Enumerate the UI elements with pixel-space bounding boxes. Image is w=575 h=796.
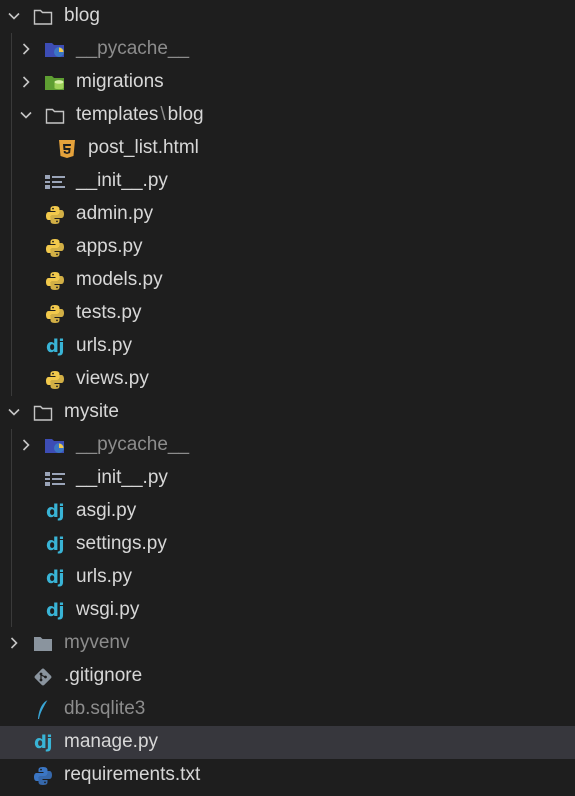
tree-item-label: urls.py xyxy=(76,566,132,587)
django-icon: dj xyxy=(45,567,65,588)
chevron-right-icon xyxy=(22,439,30,451)
git-icon xyxy=(32,666,54,688)
tree-item-label: __pycache__ xyxy=(76,38,190,59)
django-icon: dj xyxy=(45,336,65,357)
tree-item-tests-py[interactable]: tests.py xyxy=(0,297,575,330)
tree-item-admin-py[interactable]: admin.py xyxy=(0,198,575,231)
tree-item-asgi-py[interactable]: dj asgi.py xyxy=(0,495,575,528)
tree-item-post-list-html[interactable]: post_list.html xyxy=(0,132,575,165)
tree-item-urls-py[interactable]: dj urls.py xyxy=(0,330,575,363)
python-icon xyxy=(44,270,66,292)
tree-item-label: templates xyxy=(76,104,159,125)
python-folder-icon xyxy=(44,435,66,457)
tree-item-requirements-txt[interactable]: requirements.txt xyxy=(0,759,575,792)
tree-item-blog-folder[interactable]: blog xyxy=(0,0,575,33)
tree-item-label: __init__.py xyxy=(76,467,168,488)
path-separator: \ xyxy=(160,104,166,125)
folder-open-icon xyxy=(32,402,54,424)
chevron-right-icon xyxy=(10,637,18,649)
tree-item-label: models.py xyxy=(76,269,163,290)
python-icon xyxy=(44,303,66,325)
tree-item-label-compound: templates \ blog xyxy=(76,104,204,126)
tree-item-models-py[interactable]: models.py xyxy=(0,264,575,297)
python-icon xyxy=(44,237,66,259)
tree-item-migrations-folder[interactable]: migrations xyxy=(0,66,575,99)
database-folder-icon xyxy=(44,72,66,94)
tree-item-label: __pycache__ xyxy=(76,434,190,455)
tree-item-pycache-folder[interactable]: __pycache__ xyxy=(0,429,575,462)
tree-item-init-py[interactable]: __init__.py xyxy=(0,462,575,495)
sqlite-feather-icon xyxy=(32,699,54,721)
django-icon: dj xyxy=(45,501,65,522)
python-requirements-icon xyxy=(32,765,54,787)
tree-item-label: urls.py xyxy=(76,335,132,356)
tree-item-label: views.py xyxy=(76,368,149,389)
python-init-icon xyxy=(44,171,66,193)
tree-item-wsgi-py[interactable]: dj wsgi.py xyxy=(0,594,575,627)
tree-item-label: myvenv xyxy=(64,632,130,653)
tree-item-manage-py[interactable]: dj manage.py xyxy=(0,726,575,759)
tree-item-label: asgi.py xyxy=(76,500,137,521)
chevron-down-icon xyxy=(8,12,20,20)
tree-item-label: post_list.html xyxy=(88,137,199,158)
tree-item-mysite-folder[interactable]: mysite xyxy=(0,396,575,429)
tree-item-gitignore[interactable]: .gitignore xyxy=(0,660,575,693)
folder-open-icon xyxy=(44,105,66,127)
tree-item-pycache-folder[interactable]: __pycache__ xyxy=(0,33,575,66)
tree-item-label: apps.py xyxy=(76,236,143,257)
chevron-down-icon xyxy=(20,111,32,119)
tree-item-settings-py[interactable]: dj settings.py xyxy=(0,528,575,561)
python-icon xyxy=(44,369,66,391)
tree-item-apps-py[interactable]: apps.py xyxy=(0,231,575,264)
tree-item-views-py[interactable]: views.py xyxy=(0,363,575,396)
chevron-right-icon xyxy=(22,43,30,55)
html5-icon xyxy=(56,138,78,160)
tree-item-label: settings.py xyxy=(76,533,167,554)
tree-item-label: migrations xyxy=(76,71,164,92)
tree-item-label: db.sqlite3 xyxy=(64,698,146,719)
tree-item-label: wsgi.py xyxy=(76,599,140,620)
tree-item-label: manage.py xyxy=(64,731,159,752)
django-icon: dj xyxy=(45,600,65,621)
tree-item-label: mysite xyxy=(64,401,119,422)
file-explorer-tree: blog __pycache__ migrations templates \ bl… xyxy=(0,0,575,796)
chevron-down-icon xyxy=(8,408,20,416)
django-icon: dj xyxy=(45,534,65,555)
python-folder-icon xyxy=(44,39,66,61)
tree-item-init-py[interactable]: __init__.py xyxy=(0,165,575,198)
tree-item-label: admin.py xyxy=(76,203,154,224)
tree-item-db-sqlite3[interactable]: db.sqlite3 xyxy=(0,693,575,726)
tree-item-label: __init__.py xyxy=(76,170,168,191)
folder-icon xyxy=(32,633,54,655)
tree-item-myvenv-folder[interactable]: myvenv xyxy=(0,627,575,660)
tree-item-label: .gitignore xyxy=(64,665,143,686)
python-init-icon xyxy=(44,468,66,490)
folder-open-icon xyxy=(32,6,54,28)
tree-item-label: requirements.txt xyxy=(64,764,201,785)
tree-item-label: blog xyxy=(64,5,100,26)
tree-item-label-suffix: blog xyxy=(167,104,204,125)
django-icon: dj xyxy=(33,732,53,753)
tree-item-label: tests.py xyxy=(76,302,142,323)
python-icon xyxy=(44,204,66,226)
tree-item-urls-py[interactable]: dj urls.py xyxy=(0,561,575,594)
chevron-right-icon xyxy=(22,76,30,88)
tree-item-templates-folder[interactable]: templates \ blog xyxy=(0,99,575,132)
